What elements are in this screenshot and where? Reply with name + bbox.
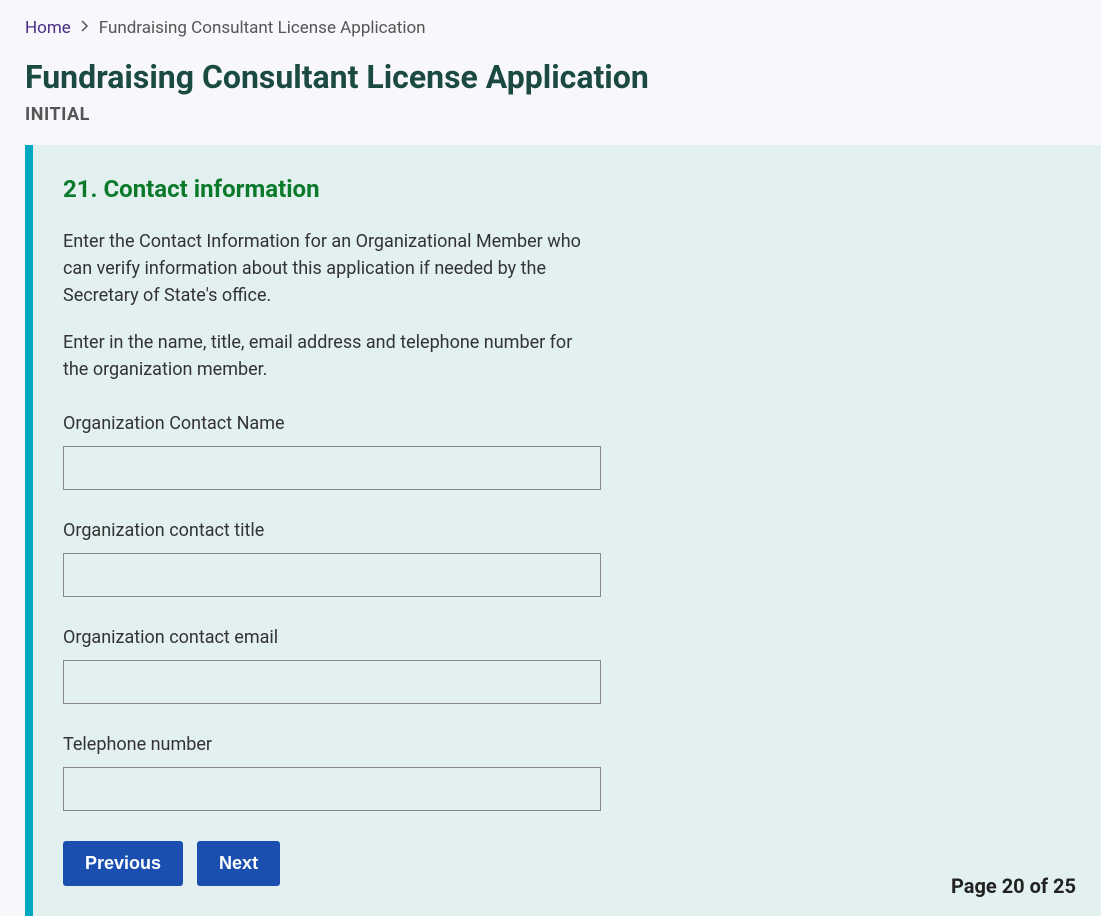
label-contact-email: Organization contact email [63, 627, 1071, 648]
page-indicator: Page 20 of 25 [951, 874, 1076, 898]
button-row: Previous Next [63, 841, 1071, 886]
label-contact-title: Organization contact title [63, 520, 1071, 541]
page-header: Fundraising Consultant License Applicati… [0, 48, 1101, 145]
page-subtitle: INITIAL [25, 104, 1076, 125]
form-section: 21. Contact information Enter the Contac… [25, 145, 1101, 916]
page-title: Fundraising Consultant License Applicati… [25, 58, 1076, 96]
section-description-1: Enter the Contact Information for an Org… [63, 228, 593, 309]
section-title: 21. Contact information [63, 175, 1071, 203]
breadcrumb-current: Fundraising Consultant License Applicati… [99, 18, 426, 38]
field-contact-name: Organization Contact Name [63, 413, 1071, 490]
field-contact-title: Organization contact title [63, 520, 1071, 597]
input-contact-title[interactable] [63, 553, 601, 597]
label-telephone: Telephone number [63, 734, 1071, 755]
label-contact-name: Organization Contact Name [63, 413, 1071, 434]
input-contact-name[interactable] [63, 446, 601, 490]
breadcrumb: Home Fundraising Consultant License Appl… [0, 0, 1101, 48]
field-telephone: Telephone number [63, 734, 1071, 811]
section-description-2: Enter in the name, title, email address … [63, 329, 593, 383]
field-contact-email: Organization contact email [63, 627, 1071, 704]
chevron-right-icon [81, 20, 89, 36]
previous-button[interactable]: Previous [63, 841, 183, 886]
input-contact-email[interactable] [63, 660, 601, 704]
next-button[interactable]: Next [197, 841, 280, 886]
input-telephone[interactable] [63, 767, 601, 811]
breadcrumb-home-link[interactable]: Home [25, 18, 71, 38]
